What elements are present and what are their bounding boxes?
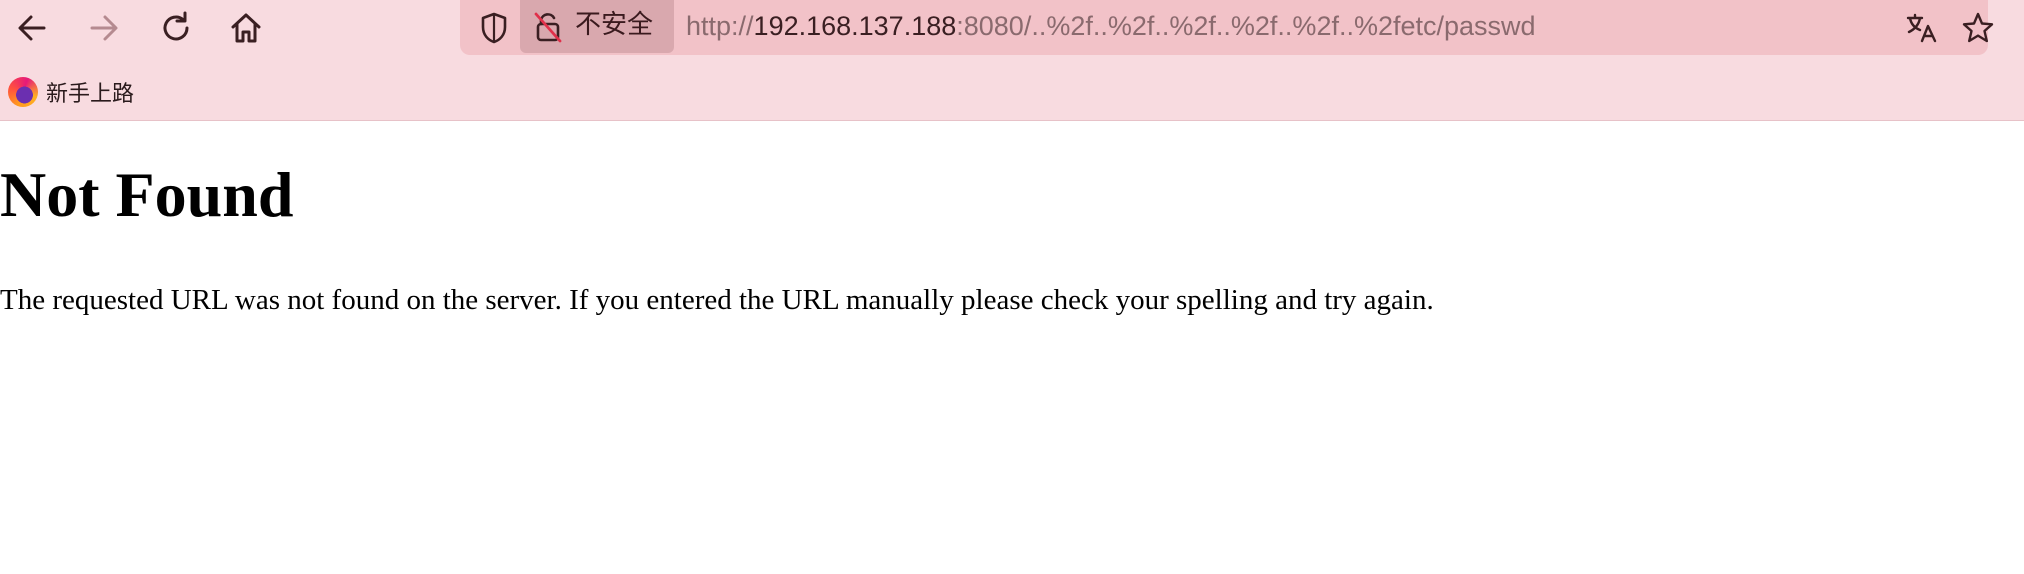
url-bar[interactable]: 不安全 http://192.168.137.188:8080/..%2f..%… — [460, 0, 1994, 55]
bookmarks-toolbar: 新手上路 — [0, 64, 2024, 121]
shield-icon — [481, 12, 507, 44]
url-host: 192.168.137.188 — [753, 11, 957, 41]
reload-icon — [163, 11, 189, 41]
lock-insecure-icon — [532, 10, 564, 49]
page-title: Not Found — [0, 159, 294, 230]
home-icon — [231, 13, 261, 43]
arrow-left-icon — [18, 15, 46, 41]
translate-icon — [1906, 13, 1937, 43]
error-message: The requested URL was not found on the s… — [0, 284, 1434, 316]
back-button[interactable] — [8, 4, 56, 52]
browser-chrome: 不安全 http://192.168.137.188:8080/..%2f..%… — [0, 0, 2024, 121]
tracking-protection-button[interactable] — [474, 8, 514, 48]
bookmark-label: 新手上路 — [46, 82, 135, 107]
forward-button[interactable] — [80, 4, 128, 52]
bookmark-page-button[interactable] — [1956, 6, 2000, 50]
translate-button[interactable] — [1900, 6, 1944, 50]
url-text[interactable]: http://192.168.137.188:8080/..%2f..%2f..… — [686, 10, 1536, 42]
firefox-icon — [8, 77, 38, 107]
arrow-right-icon — [90, 15, 118, 41]
star-icon — [1962, 12, 1994, 43]
navigation-toolbar: 不安全 http://192.168.137.188:8080/..%2f..%… — [0, 0, 2024, 64]
home-button[interactable] — [222, 4, 270, 52]
connection-insecure-button[interactable]: 不安全 — [520, 0, 674, 53]
security-label: 不安全 — [575, 10, 654, 40]
url-path: :8080/..%2f..%2f..%2f..%2f..%2f..%2fetc/… — [956, 11, 1536, 41]
url-scheme: http:// — [686, 11, 754, 41]
bookmark-item[interactable]: 新手上路 — [8, 76, 134, 108]
reload-button[interactable] — [152, 4, 200, 52]
